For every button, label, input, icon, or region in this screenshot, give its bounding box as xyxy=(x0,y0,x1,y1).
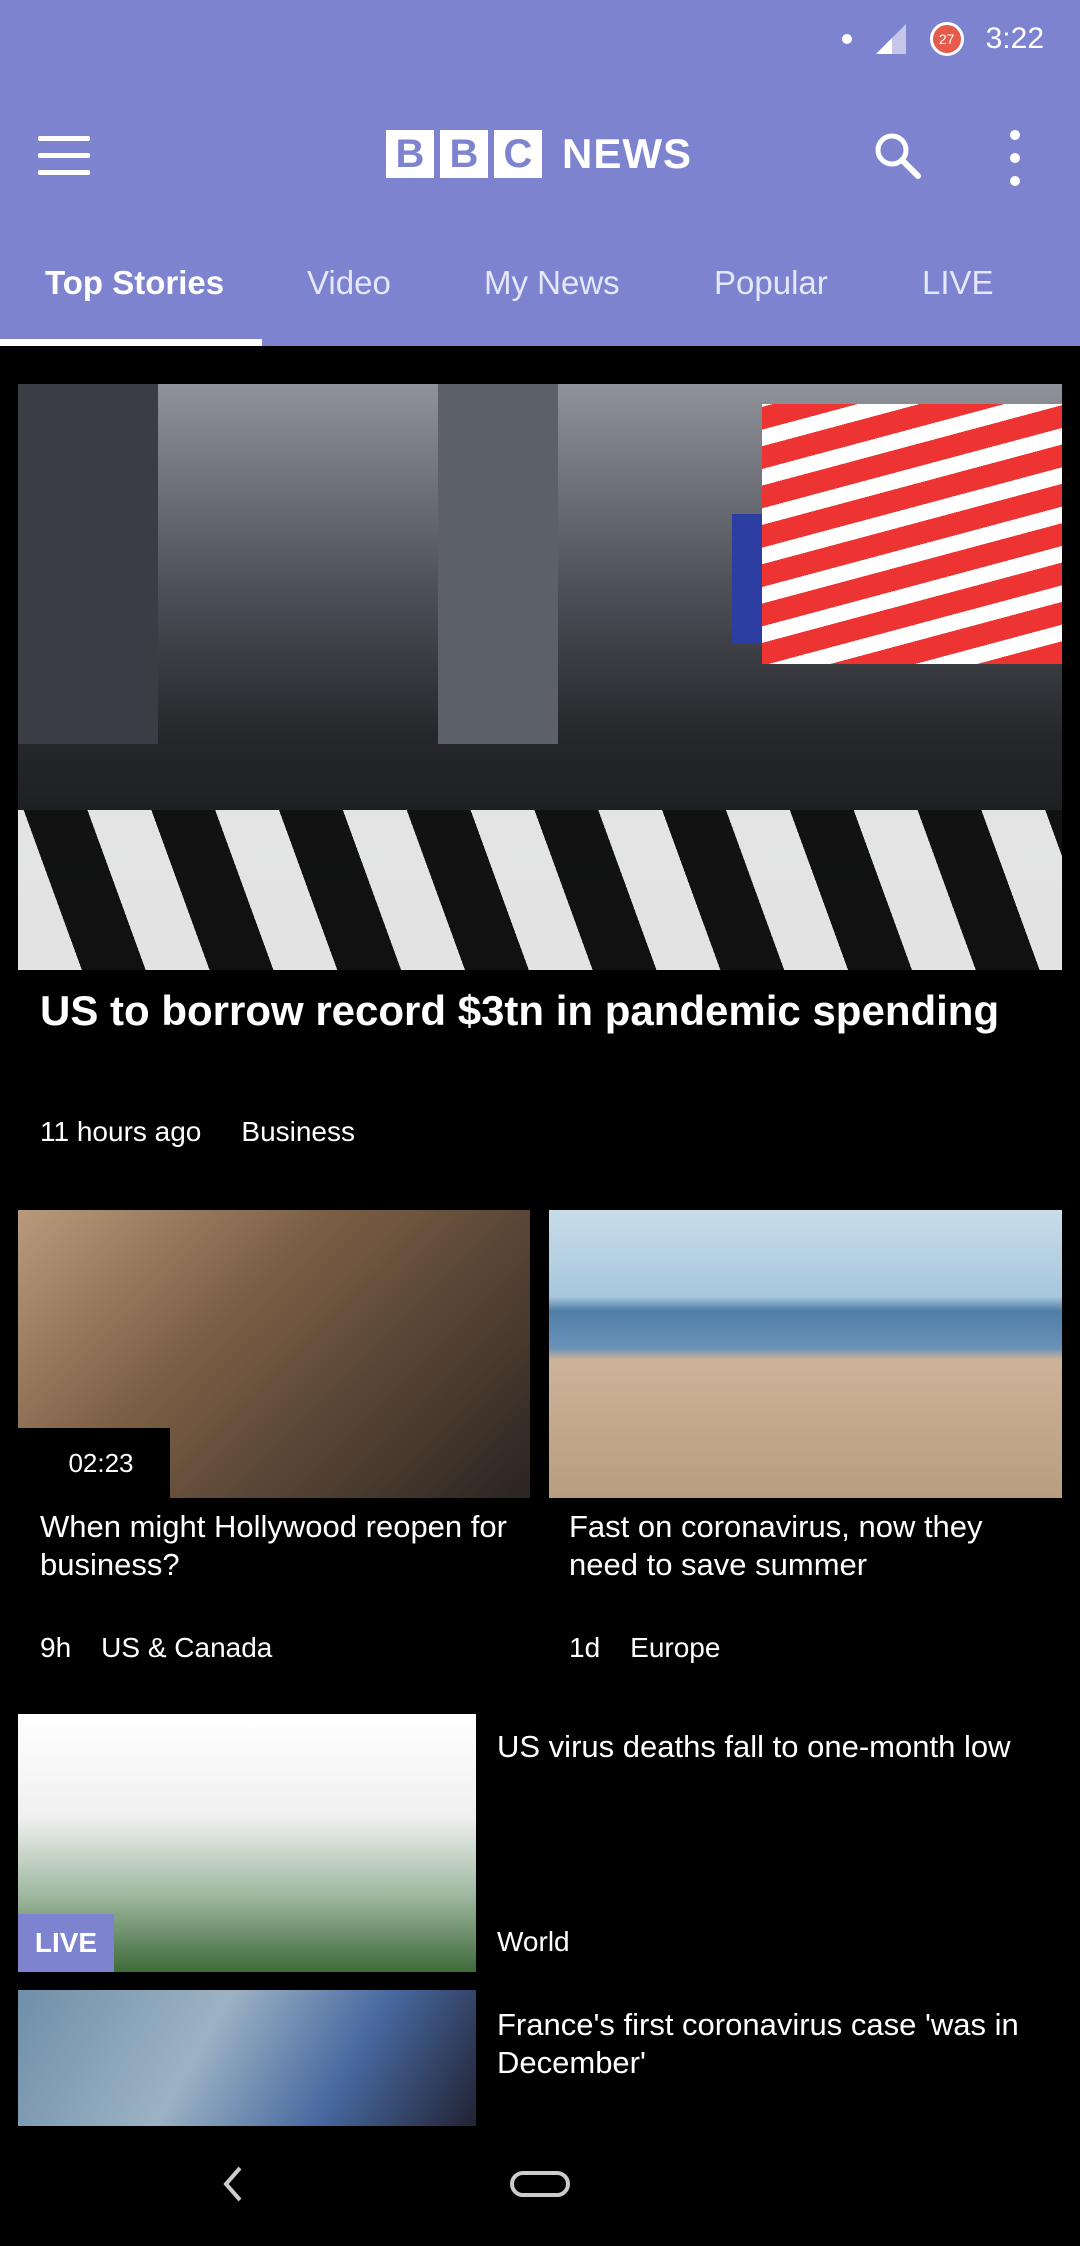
hero-story-image[interactable] xyxy=(18,384,1062,970)
tab-live[interactable]: LIVE xyxy=(922,220,994,346)
video-duration-badge: 02:23 xyxy=(18,1428,170,1498)
tab-popular[interactable]: Popular xyxy=(714,220,828,346)
status-icons: 27 3:22 xyxy=(841,22,1044,56)
bbc-news-logo: B B C NEWS xyxy=(386,130,692,178)
logo-letter-c: C xyxy=(494,130,542,178)
hero-story-title[interactable]: US to borrow record $3tn in pandemic spe… xyxy=(40,984,1050,1038)
hollywood-story-title[interactable]: When might Hollywood reopen for business… xyxy=(40,1508,510,1584)
notification-dot-icon xyxy=(841,34,852,44)
virus-deaths-story-section[interactable]: World xyxy=(497,1926,570,1958)
hero-story-time: 11 hours ago xyxy=(40,1116,202,1147)
home-pill-icon[interactable] xyxy=(510,2171,570,2197)
france-story-title[interactable]: France's first coronavirus case 'was in … xyxy=(497,2006,1057,2082)
hero-story-section[interactable]: Business xyxy=(241,1116,355,1148)
tab-bar: Top Stories Video My News Popular LIVE xyxy=(0,220,1080,346)
logo-letter-b1: B xyxy=(386,130,434,178)
france-story-image[interactable] xyxy=(18,1990,476,2126)
search-icon[interactable] xyxy=(872,130,924,182)
virus-deaths-story-title[interactable]: US virus deaths fall to one-month low xyxy=(497,1728,1057,1766)
tab-top-stories[interactable]: Top Stories xyxy=(45,220,224,346)
logo-news-text: NEWS xyxy=(562,130,692,177)
tab-my-news[interactable]: My News xyxy=(484,220,620,346)
live-badge: LIVE xyxy=(18,1914,114,1972)
back-icon[interactable] xyxy=(218,2164,248,2204)
summer-story-title[interactable]: Fast on coronavirus, now they need to sa… xyxy=(569,1508,1039,1584)
battery-icon: 27 xyxy=(929,22,964,56)
system-navigation-bar xyxy=(0,2126,1080,2246)
tab-video[interactable]: Video xyxy=(307,220,391,346)
more-options-icon[interactable] xyxy=(1000,130,1030,186)
status-bar: 27 3:22 xyxy=(0,0,1080,90)
clock: 3:22 xyxy=(985,22,1044,55)
active-tab-indicator xyxy=(0,339,262,346)
logo-letter-b2: B xyxy=(440,130,488,178)
summer-story-time: 1d xyxy=(569,1632,601,1663)
virus-deaths-story-meta: World xyxy=(497,1926,570,1958)
signal-icon xyxy=(875,24,906,54)
hollywood-story-meta: 9h US & Canada xyxy=(40,1632,272,1664)
app-bar: B B C NEWS xyxy=(0,90,1080,220)
summer-story-image[interactable] xyxy=(549,1210,1062,1498)
hollywood-story-time: 9h xyxy=(40,1632,72,1663)
hamburger-menu-icon[interactable] xyxy=(38,136,90,176)
summer-story-section[interactable]: Europe xyxy=(630,1632,720,1664)
summer-story-meta: 1d Europe xyxy=(569,1632,720,1664)
hero-story-meta: 11 hours ago Business xyxy=(40,1116,355,1148)
hollywood-story-section[interactable]: US & Canada xyxy=(101,1632,272,1664)
